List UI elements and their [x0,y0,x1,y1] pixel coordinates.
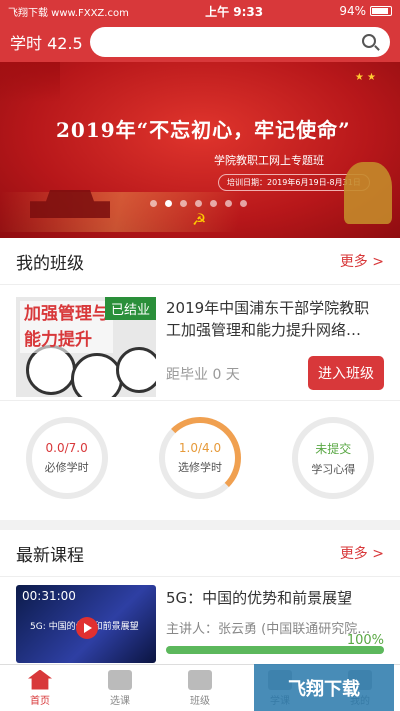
book-icon [108,669,132,690]
stars-decoration: ★ ★ [354,72,376,83]
class-item[interactable]: 加强管理与 能力提升 已结业 2019年中国浦东干部学院教职工加强管理和能力提升… [0,284,400,400]
clock-icon [71,353,123,397]
tab-class[interactable]: 班级 [160,665,240,711]
more-link[interactable]: 更多 > [340,543,384,563]
enter-class-button[interactable]: 进入班级 [308,356,384,390]
tab-home[interactable]: 首页 [0,665,80,711]
graduation-countdown: 距毕业 0 天 [166,367,240,383]
search-icon[interactable] [362,34,376,48]
latest-courses-header: 最新课程 更多 > [0,530,400,576]
study-notes-stat[interactable]: 未提交 学习心得 [292,417,375,499]
status-right: 94% [339,4,392,18]
party-emblem-icon: ☭ [192,210,207,229]
stat-value: 0.0/7.0 [45,441,88,455]
carousel-dot[interactable] [210,200,217,207]
promo-banner[interactable]: ★ ★ 2019年“不忘初心，牢记使命” 学院教职工网上专题班 培训日期：201… [0,62,400,238]
flag-decoration [0,62,60,102]
my-class-section: 我的班级 更多 > 加强管理与 能力提升 已结业 2019年中国浦东干部学院教职… [0,238,400,520]
elective-hours-stat[interactable]: 1.0/4.0 选修学时 [158,417,241,499]
course-info: 5G：中国的优势和前景展望 主讲人：张云勇 (中国联通研究院… 100% [156,585,384,656]
battery-percent: 94% [339,4,366,18]
thumbnail-line: 加强管理与 [24,304,109,324]
search-bar[interactable] [90,27,390,57]
class-thumbnail[interactable]: 加强管理与 能力提升 已结业 [16,297,156,397]
clock-icon [116,347,156,393]
required-hours-stat[interactable]: 0.0/7.0 必修学时 [25,417,108,499]
play-icon[interactable] [76,617,98,639]
carousel-dot-active[interactable] [165,200,172,207]
stat-label: 选修学时 [177,461,222,474]
tab-label: 班级 [190,695,210,707]
section-title: 最新课程 [16,545,84,566]
course-item[interactable]: 00:31:00 5G: 中国的优势和前景展望 5G：中国的优势和前景展望 主讲… [0,576,400,664]
banner-subtitle: 学院教职工网上专题班 [214,154,324,167]
stat-value: 1.0/4.0 [178,441,222,455]
tab-select-course[interactable]: 选课 [80,665,160,711]
class-title[interactable]: 2019年中国浦东干部学院教职工加强管理和能力提升网络… [166,297,384,341]
status-left-text: 飞翔下载 www.FXXZ.com [8,7,129,19]
progress-bar [166,646,384,654]
carousel-dot[interactable] [195,200,202,207]
my-class-header: 我的班级 更多 > [0,238,400,284]
video-duration: 00:31:00 [22,589,76,603]
battery-icon [370,6,392,16]
carousel-dot[interactable] [240,200,247,207]
course-thumbnail[interactable]: 00:31:00 5G: 中国的优势和前景展望 [16,585,156,663]
study-stats: 0.0/7.0 必修学时 1.0/4.0 选修学时 未提交 学习心得 [0,400,400,518]
stat-label: 必修学时 [44,461,89,474]
thumbnail-line: 能力提升 [24,330,92,350]
app-header: 飞翔下载 www.FXXZ.com 上午 9:33 94% 学时 42.5 [0,0,400,62]
group-icon [188,669,212,690]
thumbnail-text: 加强管理与 能力提升 [20,301,113,353]
latest-courses-section: 最新课程 更多 > 00:31:00 5G: 中国的优势和前景展望 5G：中国的… [0,530,400,664]
progress-fill [166,646,384,654]
home-icon [28,669,52,690]
course-title[interactable]: 5G：中国的优势和前景展望 [166,587,384,608]
tab-label: 首页 [30,695,50,707]
status-bar: 飞翔下载 www.FXXZ.com 上午 9:33 94% [0,0,400,22]
stat-label: 学习心得 [311,462,356,476]
carousel-dot[interactable] [225,200,232,207]
watermark-logo: 飞翔下载 [254,664,394,711]
tab-label: 选课 [110,695,130,707]
carousel-dot[interactable] [150,200,157,207]
lion-statue-icon [344,162,392,224]
carousel-dots[interactable] [150,200,247,207]
graduated-badge: 已结业 [104,297,156,320]
stat-value: 未提交 [315,441,352,456]
section-title: 我的班级 [16,253,84,274]
status-time: 上午 9:33 [205,4,264,19]
banner-title: 2019年“不忘初心，牢记使命” [56,118,351,142]
carousel-dot[interactable] [180,200,187,207]
more-link[interactable]: 更多 > [340,251,384,271]
class-info: 2019年中国浦东干部学院教职工加强管理和能力提升网络… 距毕业 0 天 进入班… [156,297,384,400]
search-row: 学时 42.5 [0,22,400,62]
credit-hours: 学时 42.5 [10,34,83,53]
